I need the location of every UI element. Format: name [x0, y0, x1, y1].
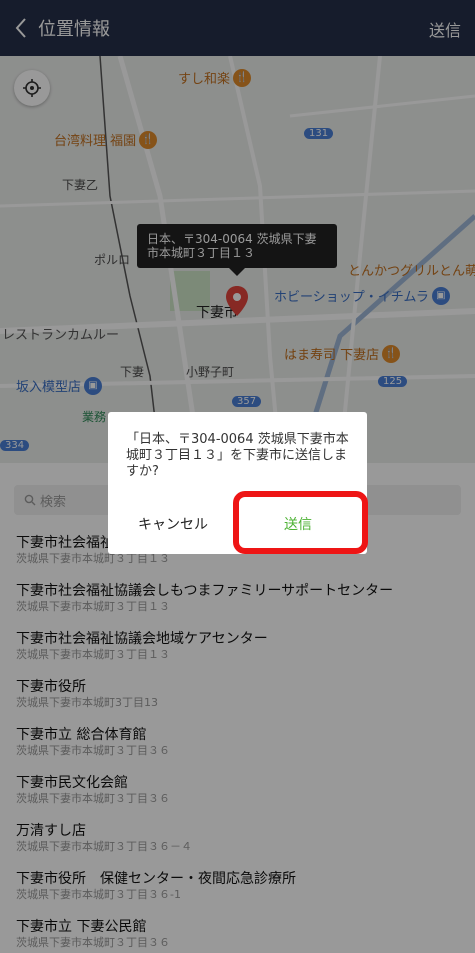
dialog-message: 「日本、〒304-0064 茨城県下妻市本城町３丁目１３」を下妻市に送信しますか… — [126, 432, 349, 479]
cancel-button[interactable]: キャンセル — [138, 514, 208, 534]
highlight-box — [233, 491, 368, 554]
